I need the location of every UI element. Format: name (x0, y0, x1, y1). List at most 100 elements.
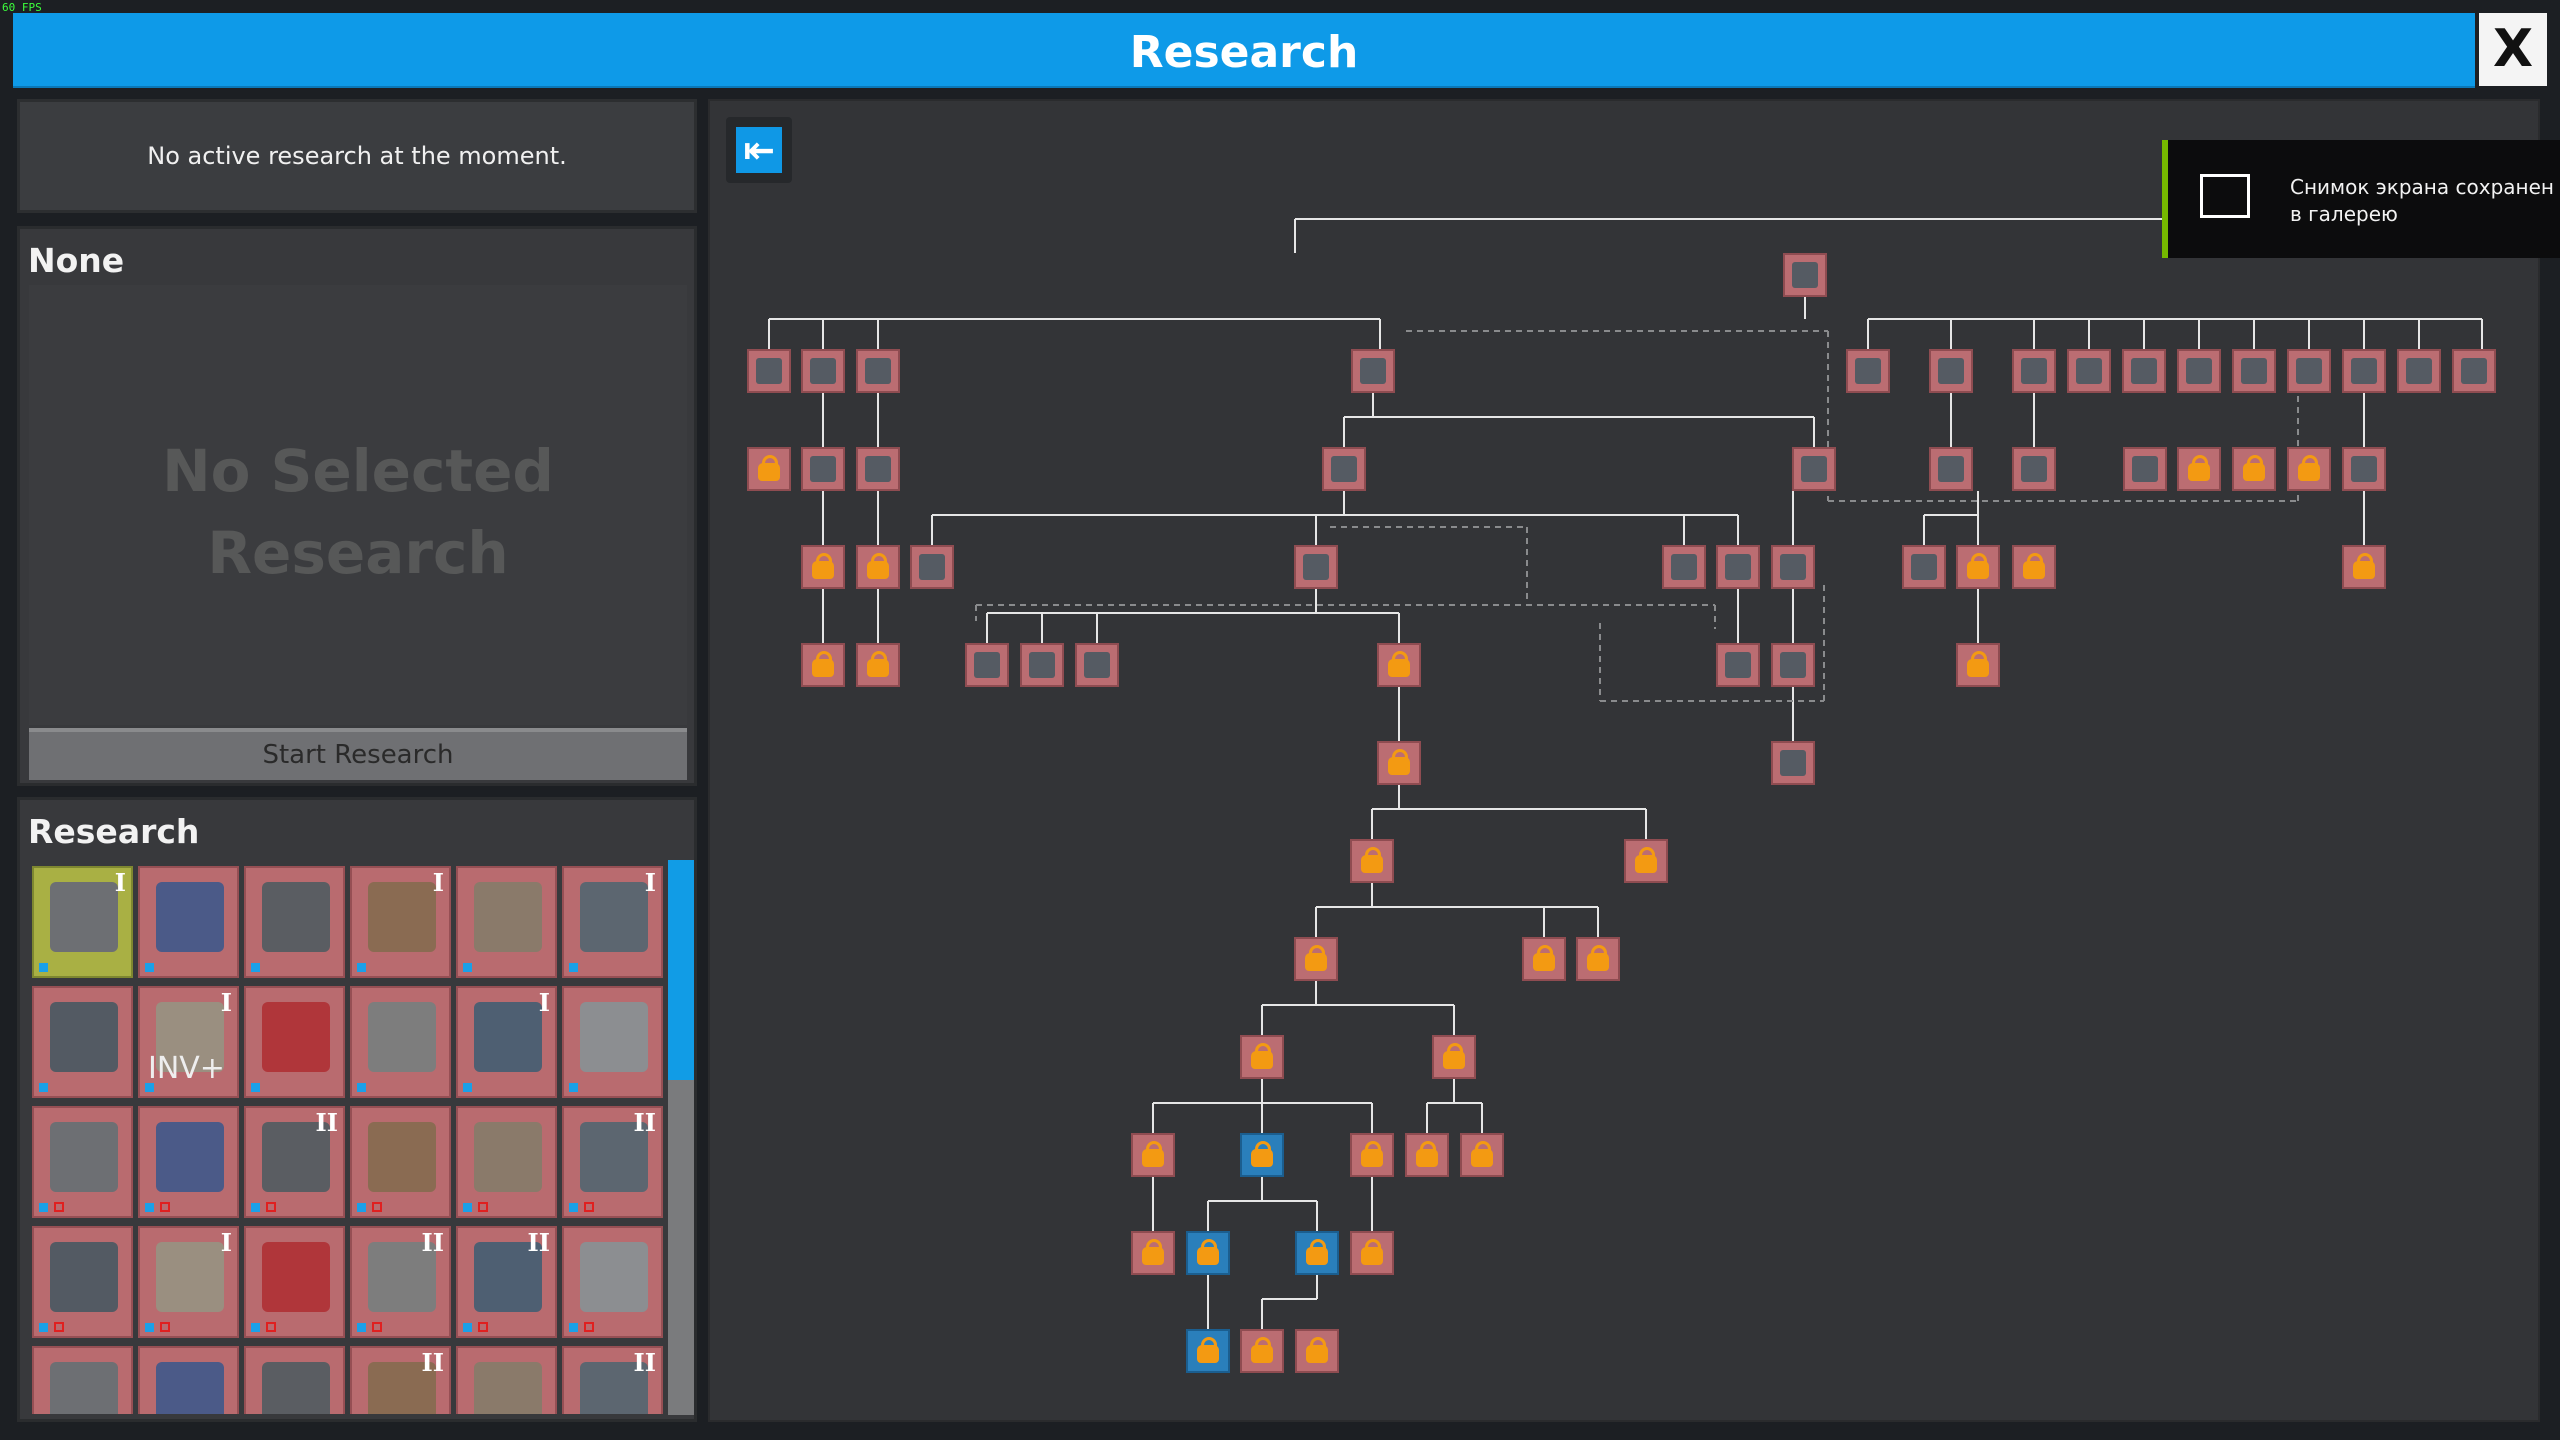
research-node[interactable] (856, 643, 900, 687)
research-item-11[interactable]: I (456, 986, 557, 1098)
research-item-12[interactable] (562, 986, 663, 1098)
research-item-6[interactable]: I (562, 866, 663, 978)
research-node[interactable] (965, 643, 1009, 687)
research-node[interactable] (1294, 545, 1338, 589)
research-node[interactable] (747, 447, 791, 491)
research-node[interactable] (2123, 447, 2167, 491)
research-node[interactable] (1377, 643, 1421, 687)
research-item-30[interactable]: II (562, 1346, 663, 1414)
research-item-18[interactable]: II (562, 1106, 663, 1218)
research-node[interactable] (1956, 545, 2000, 589)
research-node[interactable] (1716, 643, 1760, 687)
research-node[interactable] (1350, 839, 1394, 883)
research-node[interactable] (2232, 349, 2276, 393)
research-node[interactable] (801, 349, 845, 393)
research-item-22[interactable]: II (350, 1226, 451, 1338)
research-node[interactable] (1295, 1329, 1339, 1373)
research-item-27[interactable] (244, 1346, 345, 1414)
research-node[interactable] (2177, 349, 2221, 393)
research-item-19[interactable] (32, 1226, 133, 1338)
research-item-7[interactable] (32, 986, 133, 1098)
research-node[interactable] (801, 447, 845, 491)
research-item-29[interactable] (456, 1346, 557, 1414)
research-item-13[interactable] (32, 1106, 133, 1218)
research-item-24[interactable] (562, 1226, 663, 1338)
research-node[interactable] (856, 349, 900, 393)
research-node[interactable] (1846, 349, 1890, 393)
research-item-10[interactable] (350, 986, 451, 1098)
research-node[interactable] (1432, 1035, 1476, 1079)
research-item-14[interactable] (138, 1106, 239, 1218)
research-item-26[interactable] (138, 1346, 239, 1414)
research-item-2[interactable] (138, 866, 239, 978)
research-item-3[interactable] (244, 866, 345, 978)
research-node[interactable] (1624, 839, 1668, 883)
research-node[interactable] (1186, 1329, 1230, 1373)
research-item-21[interactable] (244, 1226, 345, 1338)
research-node[interactable] (2067, 349, 2111, 393)
research-node[interactable] (2287, 349, 2331, 393)
research-node[interactable] (1240, 1329, 1284, 1373)
research-node[interactable] (1350, 1133, 1394, 1177)
research-item-25[interactable] (32, 1346, 133, 1414)
research-item-4[interactable]: I (350, 866, 451, 978)
research-node[interactable] (1350, 1231, 1394, 1275)
research-node[interactable] (1716, 545, 1760, 589)
research-item-15[interactable]: II (244, 1106, 345, 1218)
research-node[interactable] (1783, 253, 1827, 297)
research-node[interactable] (1522, 937, 1566, 981)
research-item-23[interactable]: II (456, 1226, 557, 1338)
research-node[interactable] (1405, 1133, 1449, 1177)
research-node[interactable] (2397, 349, 2441, 393)
research-node[interactable] (747, 349, 791, 393)
scrollbar-thumb[interactable] (668, 860, 694, 1080)
research-node[interactable] (1662, 545, 1706, 589)
research-node[interactable] (2012, 447, 2056, 491)
research-item-5[interactable] (456, 866, 557, 978)
research-item-9[interactable] (244, 986, 345, 1098)
research-node[interactable] (1956, 643, 2000, 687)
close-button[interactable]: X (2479, 13, 2547, 86)
research-node[interactable] (2287, 447, 2331, 491)
research-node[interactable] (1460, 1133, 1504, 1177)
research-node[interactable] (856, 447, 900, 491)
research-node[interactable] (1131, 1133, 1175, 1177)
research-item-1[interactable]: I (32, 866, 133, 978)
research-node[interactable] (2012, 349, 2056, 393)
research-node[interactable] (1929, 349, 1973, 393)
research-node[interactable] (2177, 447, 2221, 491)
research-node[interactable] (2452, 349, 2496, 393)
research-node[interactable] (1377, 741, 1421, 785)
research-node[interactable] (1771, 545, 1815, 589)
research-node[interactable] (1902, 545, 1946, 589)
research-node[interactable] (1075, 643, 1119, 687)
research-node[interactable] (1294, 937, 1338, 981)
research-node[interactable] (1792, 447, 1836, 491)
research-node[interactable] (801, 545, 845, 589)
research-node[interactable] (2342, 447, 2386, 491)
research-node[interactable] (1929, 447, 1973, 491)
research-node[interactable] (801, 643, 845, 687)
research-item-17[interactable] (456, 1106, 557, 1218)
research-item-16[interactable] (350, 1106, 451, 1218)
research-node[interactable] (1240, 1133, 1284, 1177)
research-node[interactable] (1131, 1231, 1175, 1275)
research-node[interactable] (1351, 349, 1395, 393)
research-node[interactable] (1771, 741, 1815, 785)
research-node[interactable] (1186, 1231, 1230, 1275)
research-node[interactable] (1576, 937, 1620, 981)
research-node[interactable] (1295, 1231, 1339, 1275)
research-tree[interactable]: ⇤ (708, 99, 2540, 1422)
research-node[interactable] (1322, 447, 1366, 491)
research-item-28[interactable]: II (350, 1346, 451, 1414)
research-node[interactable] (2122, 349, 2166, 393)
research-node[interactable] (1771, 643, 1815, 687)
research-node[interactable] (2232, 447, 2276, 491)
research-node[interactable] (910, 545, 954, 589)
research-node[interactable] (2012, 545, 2056, 589)
research-node[interactable] (2342, 349, 2386, 393)
research-node[interactable] (856, 545, 900, 589)
research-item-20[interactable]: I (138, 1226, 239, 1338)
start-research-button[interactable]: Start Research (29, 728, 687, 780)
research-node[interactable] (2342, 545, 2386, 589)
